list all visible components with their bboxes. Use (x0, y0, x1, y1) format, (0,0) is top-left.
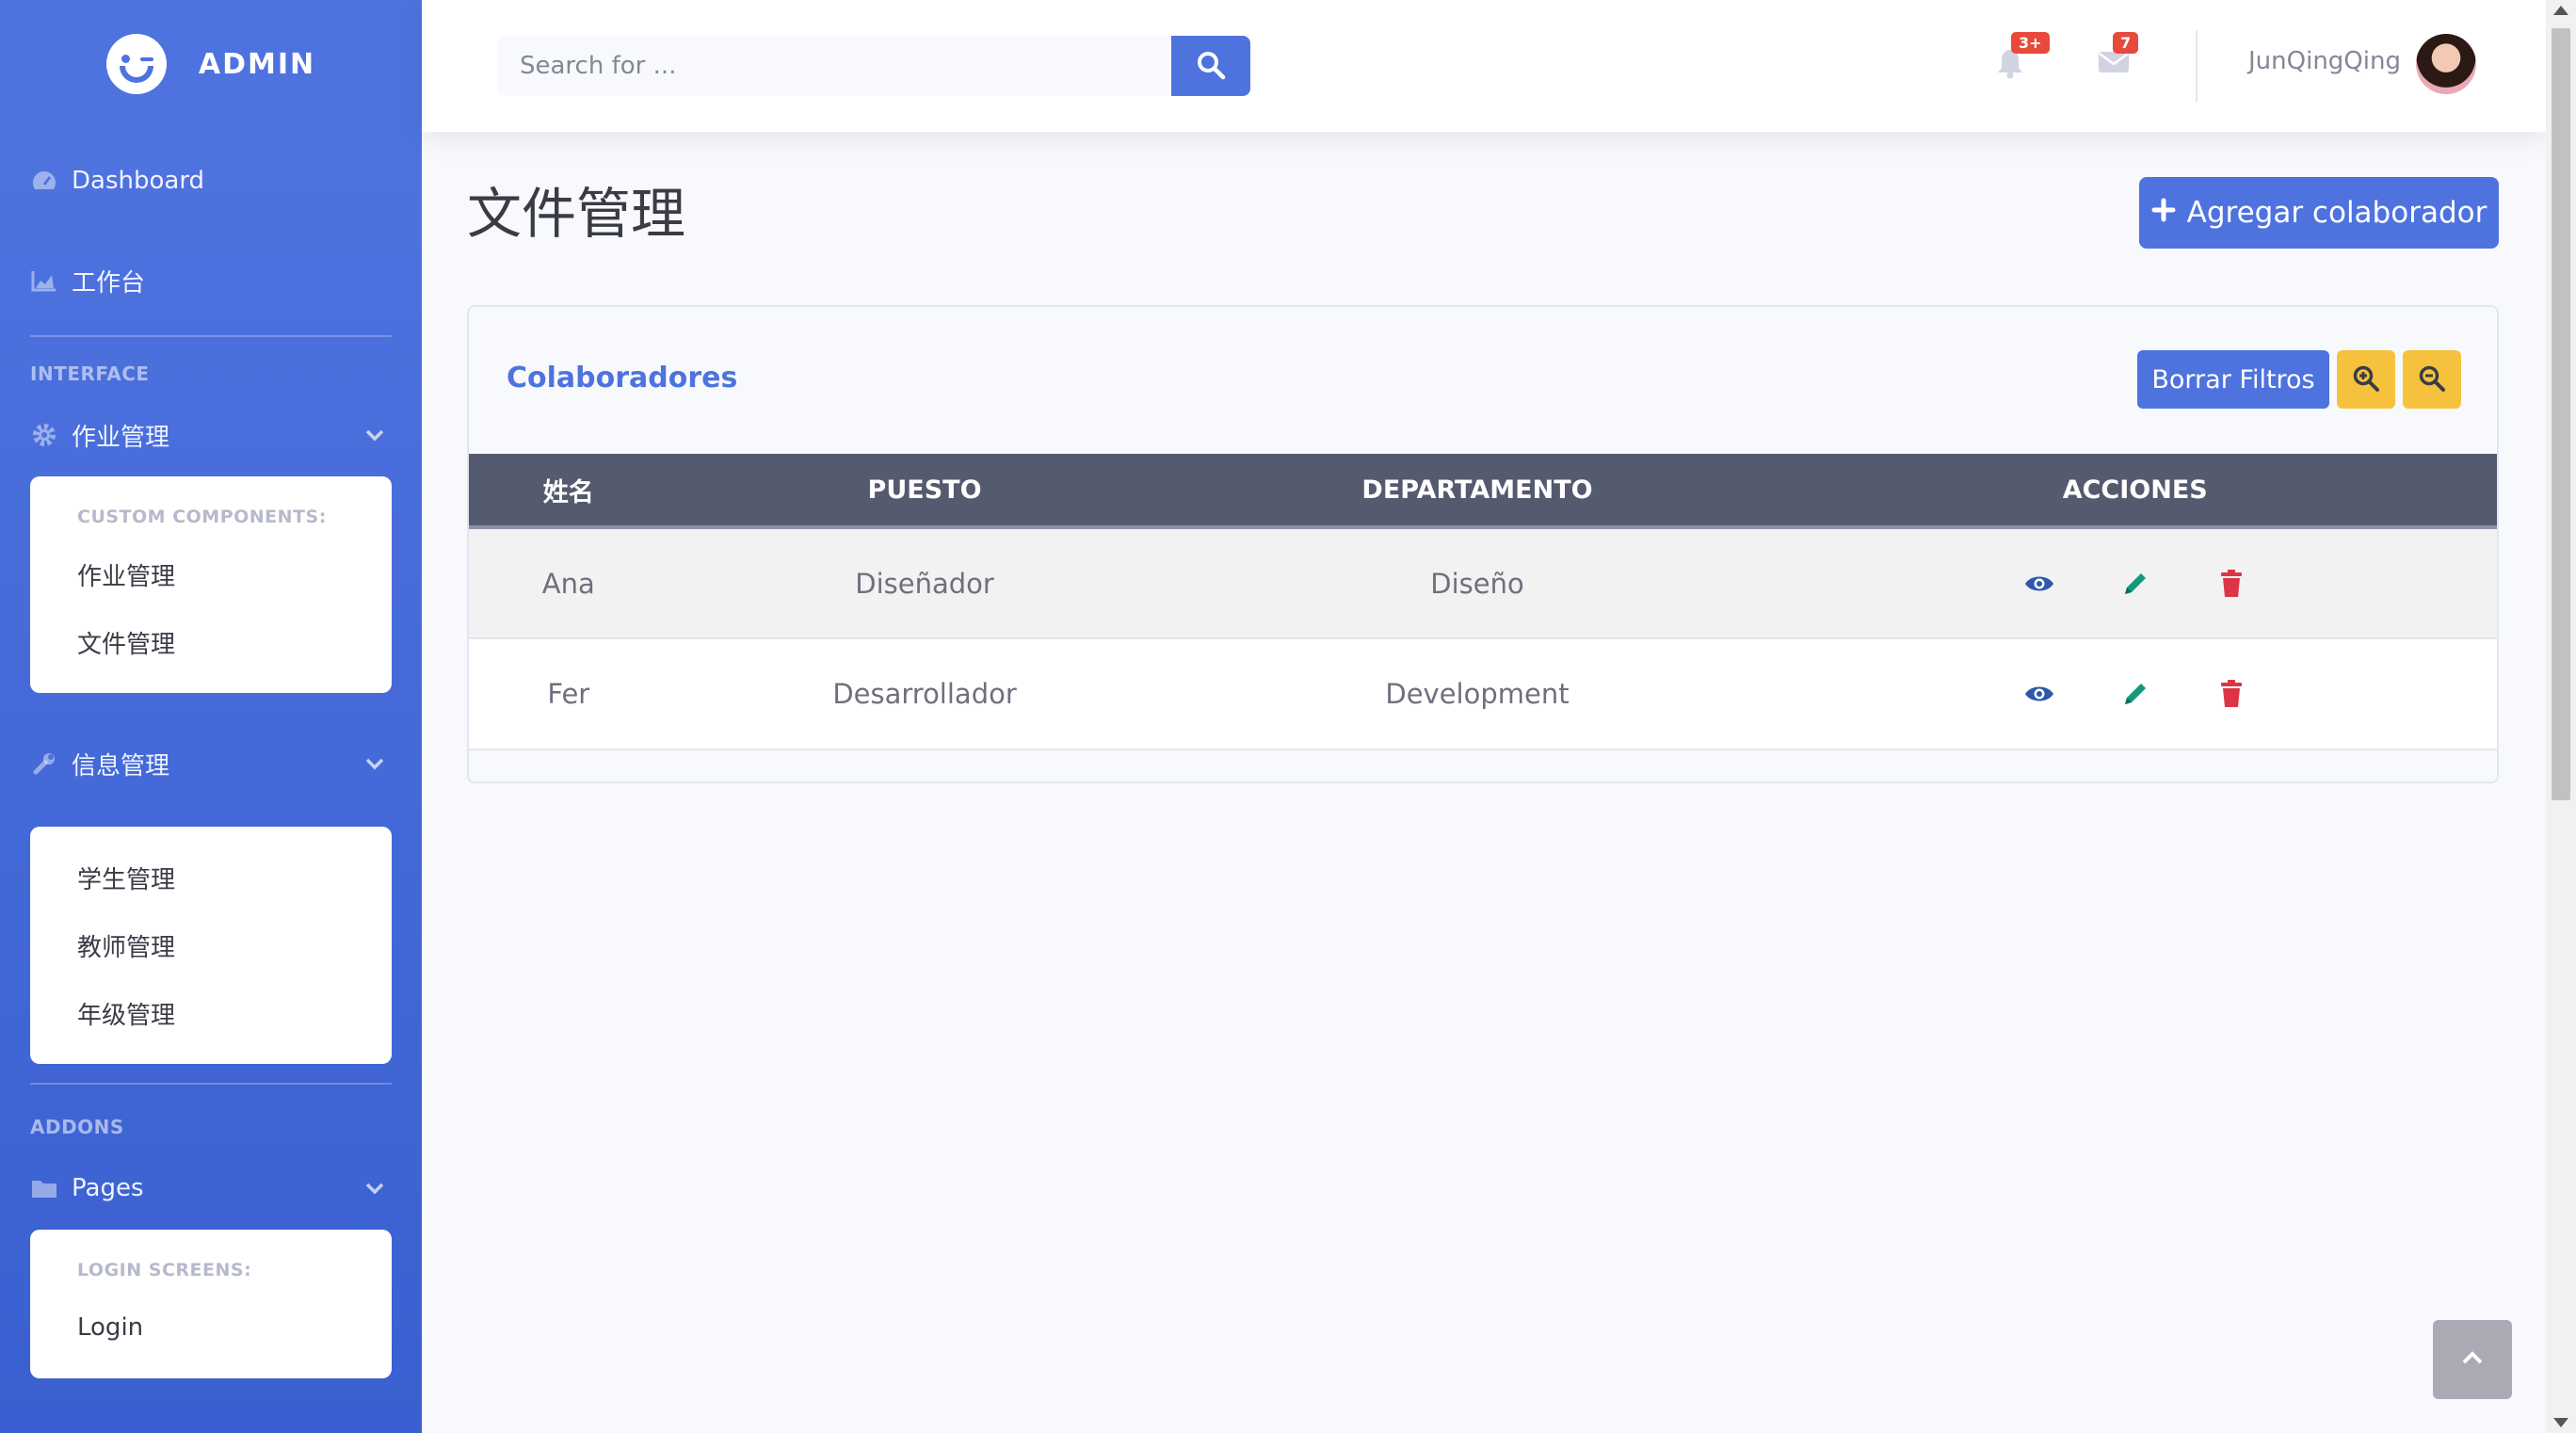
sidebar-item-label: Dashboard (72, 167, 205, 195)
scrollbar-thumb[interactable] (2552, 28, 2570, 800)
column-header-acciones: ACCIONES (1773, 454, 2497, 529)
pages-submenu: LOGIN SCREENS: Login (30, 1230, 392, 1378)
gear-icon (30, 423, 58, 447)
topbar-divider (2196, 30, 2198, 102)
submenu-item-login[interactable]: Login (30, 1294, 392, 1361)
trash-icon[interactable] (2214, 567, 2248, 601)
cell-name: Ana (541, 567, 595, 600)
submenu-item-grades[interactable]: 年级管理 (30, 979, 392, 1047)
sidebar-heading-addons: ADDONS (30, 1116, 124, 1138)
bell-icon (1996, 50, 2024, 83)
search-minus-icon (2418, 364, 2446, 395)
tachometer-icon (30, 169, 58, 193)
clear-filters-button[interactable]: Borrar Filtros (2137, 350, 2329, 409)
envelope-icon (2098, 52, 2130, 79)
pencil-icon[interactable] (2118, 567, 2152, 601)
submenu-item-teachers[interactable]: 教师管理 (30, 911, 392, 979)
collaborators-card: Colaboradores Borrar Filtros 姓名 PUESTO D… (467, 305, 2499, 783)
scroll-down-arrow-icon[interactable] (2553, 1418, 2568, 1427)
eye-icon[interactable] (2022, 677, 2056, 711)
sidebar-item-pages[interactable]: Pages (0, 1151, 422, 1226)
page-scrollbar[interactable] (2546, 0, 2576, 1433)
sidebar-item-info[interactable]: 信息管理 (0, 704, 422, 823)
topbar: 3+ 7 JunQingQing (422, 0, 2546, 132)
card-header: Colaboradores Borrar Filtros (469, 307, 2497, 454)
cell-puesto: Desarrollador (832, 678, 1017, 710)
homework-submenu: CUSTOM COMPONENTS: 作业管理 文件管理 (30, 476, 392, 693)
cell-actions (1773, 527, 2497, 638)
trash-icon[interactable] (2214, 677, 2248, 711)
alerts-dropdown[interactable]: 3+ (1996, 32, 2050, 79)
submenu-item-files[interactable]: 文件管理 (30, 608, 392, 676)
submenu-item-students[interactable]: 学生管理 (30, 844, 392, 911)
page-title: 文件管理 (467, 182, 686, 246)
sidebar-item-dashboard[interactable]: Dashboard (0, 128, 422, 233)
add-button-label: Agregar colaborador (2186, 196, 2487, 230)
cell-puesto: Diseñador (855, 567, 994, 600)
sidebar-item-label: 作业管理 (72, 423, 170, 452)
eye-icon[interactable] (2022, 567, 2056, 601)
chevron-down-icon (365, 752, 384, 776)
sidebar-item-workbench[interactable]: 工作台 (0, 233, 422, 328)
cell-departamento: Development (1385, 678, 1570, 710)
table-row: Fer Desarrollador Development (469, 638, 2497, 749)
search-button[interactable] (1171, 36, 1250, 96)
table-row: Ana Diseñador Diseño (469, 527, 2497, 638)
sidebar-item-label: Pages (72, 1174, 144, 1202)
collaborators-table: 姓名 PUESTO DEPARTAMENTO ACCIONES Ana Dise… (469, 454, 2497, 750)
card-title: Colaboradores (507, 362, 738, 394)
sidebar-item-label: 工作台 (72, 268, 146, 298)
wrench-icon (30, 751, 58, 776)
wink-face-icon (105, 34, 167, 94)
sidebar-divider (30, 1083, 392, 1085)
sidebar-item-label: 信息管理 (72, 751, 170, 781)
column-header-departamento[interactable]: DEPARTAMENTO (1181, 454, 1774, 529)
chevron-down-icon (365, 424, 384, 447)
add-collaborator-button[interactable]: Agregar colaborador (2139, 177, 2499, 249)
cell-actions (1773, 638, 2497, 749)
submenu-heading: LOGIN SCREENS: (77, 1260, 252, 1280)
chevron-down-icon (365, 1177, 384, 1200)
table-header-row: 姓名 PUESTO DEPARTAMENTO ACCIONES (469, 454, 2497, 529)
messages-dropdown[interactable]: 7 (2098, 32, 2139, 79)
sidebar-brand[interactable]: ADMIN (0, 0, 422, 128)
submenu-item-homework[interactable]: 作业管理 (30, 540, 392, 608)
sidebar-divider (30, 335, 392, 337)
sidebar-item-homework[interactable]: 作业管理 (0, 397, 422, 473)
user-name[interactable]: JunQingQing (2248, 47, 2401, 75)
submenu-heading: CUSTOM COMPONENTS: (77, 507, 327, 527)
chevron-up-icon (2461, 1350, 2484, 1369)
search-input[interactable] (497, 36, 1171, 96)
cell-departamento: Diseño (1430, 567, 1524, 600)
cell-name: Fer (547, 678, 590, 710)
sidebar: ADMIN Dashboard 工作台 INTERFACE 作业管理 CUSTO… (0, 0, 422, 1433)
messages-badge: 7 (2113, 32, 2139, 54)
folder-icon (30, 1176, 58, 1200)
alerts-badge: 3+ (2011, 32, 2050, 54)
avatar[interactable] (2416, 34, 2476, 94)
zoom-out-button[interactable] (2403, 350, 2461, 409)
column-header-puesto[interactable]: PUESTO (668, 454, 1182, 529)
pencil-icon[interactable] (2118, 677, 2152, 711)
column-header-name[interactable]: 姓名 (469, 454, 668, 529)
scroll-up-arrow-icon[interactable] (2553, 6, 2568, 15)
info-submenu: 学生管理 教师管理 年级管理 (30, 827, 392, 1064)
chart-area-icon (30, 268, 58, 293)
sidebar-heading-interface: INTERFACE (30, 362, 150, 385)
search-icon (1196, 50, 1226, 83)
search-plus-icon (2352, 364, 2380, 395)
brand-name: ADMIN (198, 47, 316, 81)
search-form (497, 36, 1250, 96)
zoom-in-button[interactable] (2337, 350, 2395, 409)
scroll-to-top-button[interactable] (2433, 1320, 2512, 1399)
plus-icon (2151, 196, 2176, 230)
